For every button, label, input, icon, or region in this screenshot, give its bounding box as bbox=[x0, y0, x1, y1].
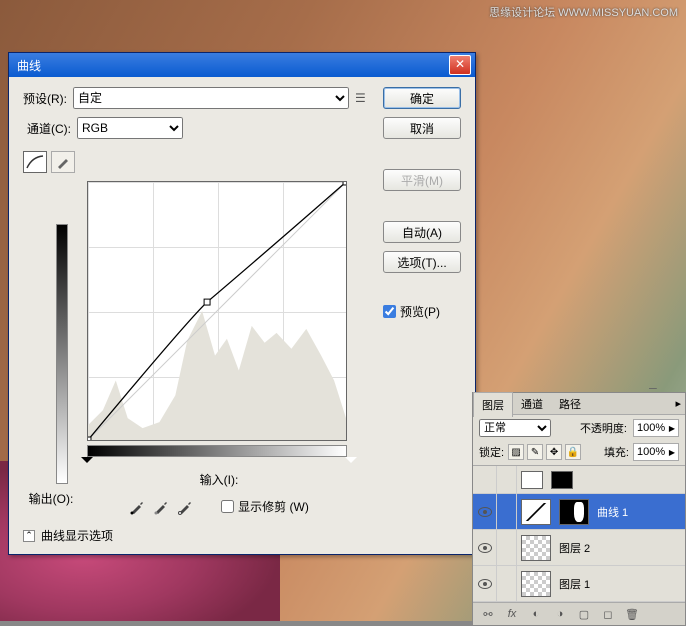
tab-layers[interactable]: 图层 bbox=[473, 392, 513, 417]
eyedropper-black-icon[interactable] bbox=[129, 499, 145, 515]
eyedropper-gray-icon[interactable] bbox=[153, 499, 169, 515]
cancel-button[interactable]: 取消 bbox=[383, 117, 461, 139]
fx-icon[interactable]: fx bbox=[503, 606, 521, 622]
tab-channels[interactable]: 通道 bbox=[513, 392, 551, 416]
output-gradient bbox=[56, 224, 68, 484]
channel-label: 通道(C): bbox=[27, 120, 71, 137]
visibility-toggle[interactable] bbox=[473, 566, 497, 602]
auto-button[interactable]: 自动(A) bbox=[383, 221, 461, 243]
visibility-toggle[interactable] bbox=[473, 530, 497, 566]
panel-menu-icon[interactable]: ▸ bbox=[675, 397, 681, 410]
input-label: 输入(I): bbox=[200, 473, 239, 487]
layer-row[interactable]: 曲线 1 bbox=[473, 494, 685, 530]
dialog-titlebar[interactable]: 曲线 ✕ bbox=[9, 53, 475, 77]
black-point-slider[interactable] bbox=[81, 457, 93, 469]
channel-select[interactable]: RGB bbox=[77, 117, 183, 139]
eye-icon bbox=[478, 579, 492, 589]
layer-list: 曲线 1 图层 2 图层 1 bbox=[473, 466, 685, 602]
options-button[interactable]: 选项(T)... bbox=[383, 251, 461, 273]
fill-label: 填充: bbox=[604, 444, 629, 460]
lock-all-icon[interactable]: 🔒 bbox=[565, 444, 581, 460]
close-button[interactable]: ✕ bbox=[449, 55, 471, 75]
ok-button[interactable]: 确定 bbox=[383, 87, 461, 109]
dialog-title: 曲线 bbox=[13, 57, 449, 74]
tab-paths[interactable]: 路径 bbox=[551, 392, 589, 416]
blend-mode-select[interactable]: 正常 bbox=[479, 419, 551, 437]
curves-dialog: 曲线 ✕ 预设(R): 自定 ☰ 通道(C): RGB bbox=[8, 52, 476, 555]
preset-label: 预设(R): bbox=[23, 90, 67, 107]
eyedropper-white-icon[interactable] bbox=[177, 499, 193, 515]
layer-thumbnail bbox=[521, 535, 551, 561]
adjustment-icon[interactable]: ◑ bbox=[551, 606, 569, 622]
lock-transparency-icon[interactable]: ▨ bbox=[508, 444, 524, 460]
panel-footer: ⚯ fx ◐ ◑ ▢ ◻ 🗑 bbox=[473, 602, 685, 625]
expand-arrow-icon[interactable]: ⌃ bbox=[23, 530, 35, 542]
layer-name: 曲线 1 bbox=[593, 504, 685, 520]
layer-row[interactable]: 图层 1 bbox=[473, 566, 685, 602]
layer-name: 图层 1 bbox=[555, 576, 685, 592]
lock-pixels-icon[interactable]: ✎ bbox=[527, 444, 543, 460]
curve-tool-pencil[interactable] bbox=[51, 151, 75, 173]
layers-panel: – 图层 通道 路径 ▸ 正常 不透明度: 100%▶ 锁定: ▨ ✎ ✥ 🔒 … bbox=[472, 392, 686, 626]
preview-checkbox[interactable]: 预览(P) bbox=[383, 303, 461, 320]
show-clip-checkbox[interactable]: 显示修剪 (W) bbox=[221, 498, 309, 515]
curve-line bbox=[88, 182, 346, 440]
white-point-slider[interactable] bbox=[345, 457, 357, 469]
layer-name: 图层 2 bbox=[555, 540, 685, 556]
watermark-text: 思缘设计论坛 WWW.MISSYUAN.COM bbox=[489, 4, 678, 20]
smooth-button: 平滑(M) bbox=[383, 169, 461, 191]
mask-icon[interactable]: ◐ bbox=[527, 606, 545, 622]
layer-thumbnail bbox=[521, 499, 551, 525]
layer-row[interactable]: 图层 2 bbox=[473, 530, 685, 566]
preset-menu-icon[interactable]: ☰ bbox=[355, 91, 369, 105]
layer-row[interactable] bbox=[473, 466, 685, 494]
curve-canvas[interactable] bbox=[87, 181, 347, 441]
input-sliders[interactable] bbox=[87, 457, 351, 467]
visibility-toggle[interactable] bbox=[473, 494, 497, 530]
opacity-input[interactable]: 100%▶ bbox=[633, 419, 679, 437]
lock-position-icon[interactable]: ✥ bbox=[546, 444, 562, 460]
layer-mask-thumbnail bbox=[559, 499, 589, 525]
lock-label: 锁定: bbox=[479, 444, 504, 460]
fill-input[interactable]: 100%▶ bbox=[633, 443, 679, 461]
expand-label: 曲线显示选项 bbox=[41, 527, 113, 544]
eye-icon bbox=[478, 507, 492, 517]
new-layer-icon[interactable]: ◻ bbox=[599, 606, 617, 622]
input-gradient bbox=[87, 445, 347, 457]
group-icon[interactable]: ▢ bbox=[575, 606, 593, 622]
eye-icon bbox=[478, 543, 492, 553]
link-layers-icon[interactable]: ⚯ bbox=[479, 606, 497, 622]
layer-thumbnail bbox=[521, 571, 551, 597]
preset-select[interactable]: 自定 bbox=[73, 87, 349, 109]
trash-icon[interactable]: 🗑 bbox=[623, 606, 641, 622]
opacity-label: 不透明度: bbox=[580, 420, 627, 436]
curve-tool-point[interactable] bbox=[23, 151, 47, 173]
output-label: 输出(O): bbox=[29, 490, 74, 507]
